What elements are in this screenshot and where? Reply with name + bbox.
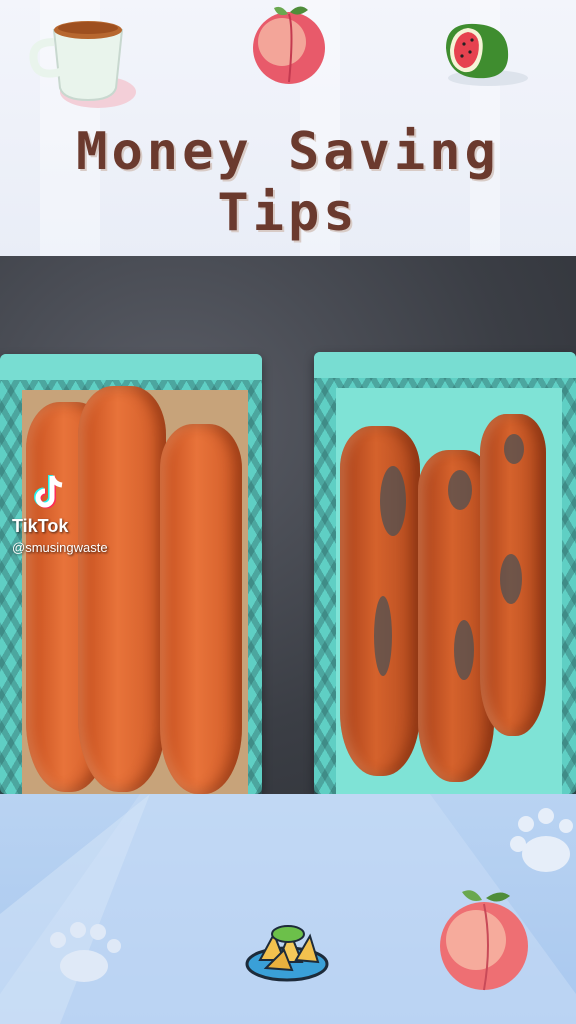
mold-spot <box>448 470 472 510</box>
left-basket <box>0 354 262 794</box>
carrot-comparison-photo <box>0 256 576 794</box>
page-title-line-2: Tips <box>217 183 359 243</box>
footer-banner <box>0 794 576 1024</box>
mold-spot <box>504 434 524 464</box>
peach-icon <box>440 890 528 991</box>
moldy-carrot <box>480 414 546 736</box>
creator-handle: @smusingwaste <box>12 540 108 555</box>
tiktok-logo-icon <box>34 475 63 509</box>
mold-spot <box>380 466 406 536</box>
mold-spot <box>454 620 474 680</box>
header-banner: Money Saving Tips <box>0 0 576 256</box>
tiktok-brand-label: TikTok <box>12 516 69 536</box>
watermelon-icon <box>446 23 528 86</box>
paw-print-icon <box>510 808 573 872</box>
mold-spot <box>500 554 522 604</box>
fresh-carrot <box>160 424 242 794</box>
mold-spot <box>374 596 392 676</box>
fresh-carrot <box>78 386 166 792</box>
tea-cup-icon <box>29 21 136 108</box>
right-basket <box>314 352 576 794</box>
basket-rim <box>314 352 576 378</box>
peach-icon <box>253 6 325 84</box>
paw-print-icon <box>50 922 121 982</box>
page-title: Money Saving <box>76 122 500 182</box>
moldy-carrot <box>340 426 420 776</box>
nachos-plate-icon <box>245 925 329 982</box>
basket-rim <box>0 354 262 380</box>
